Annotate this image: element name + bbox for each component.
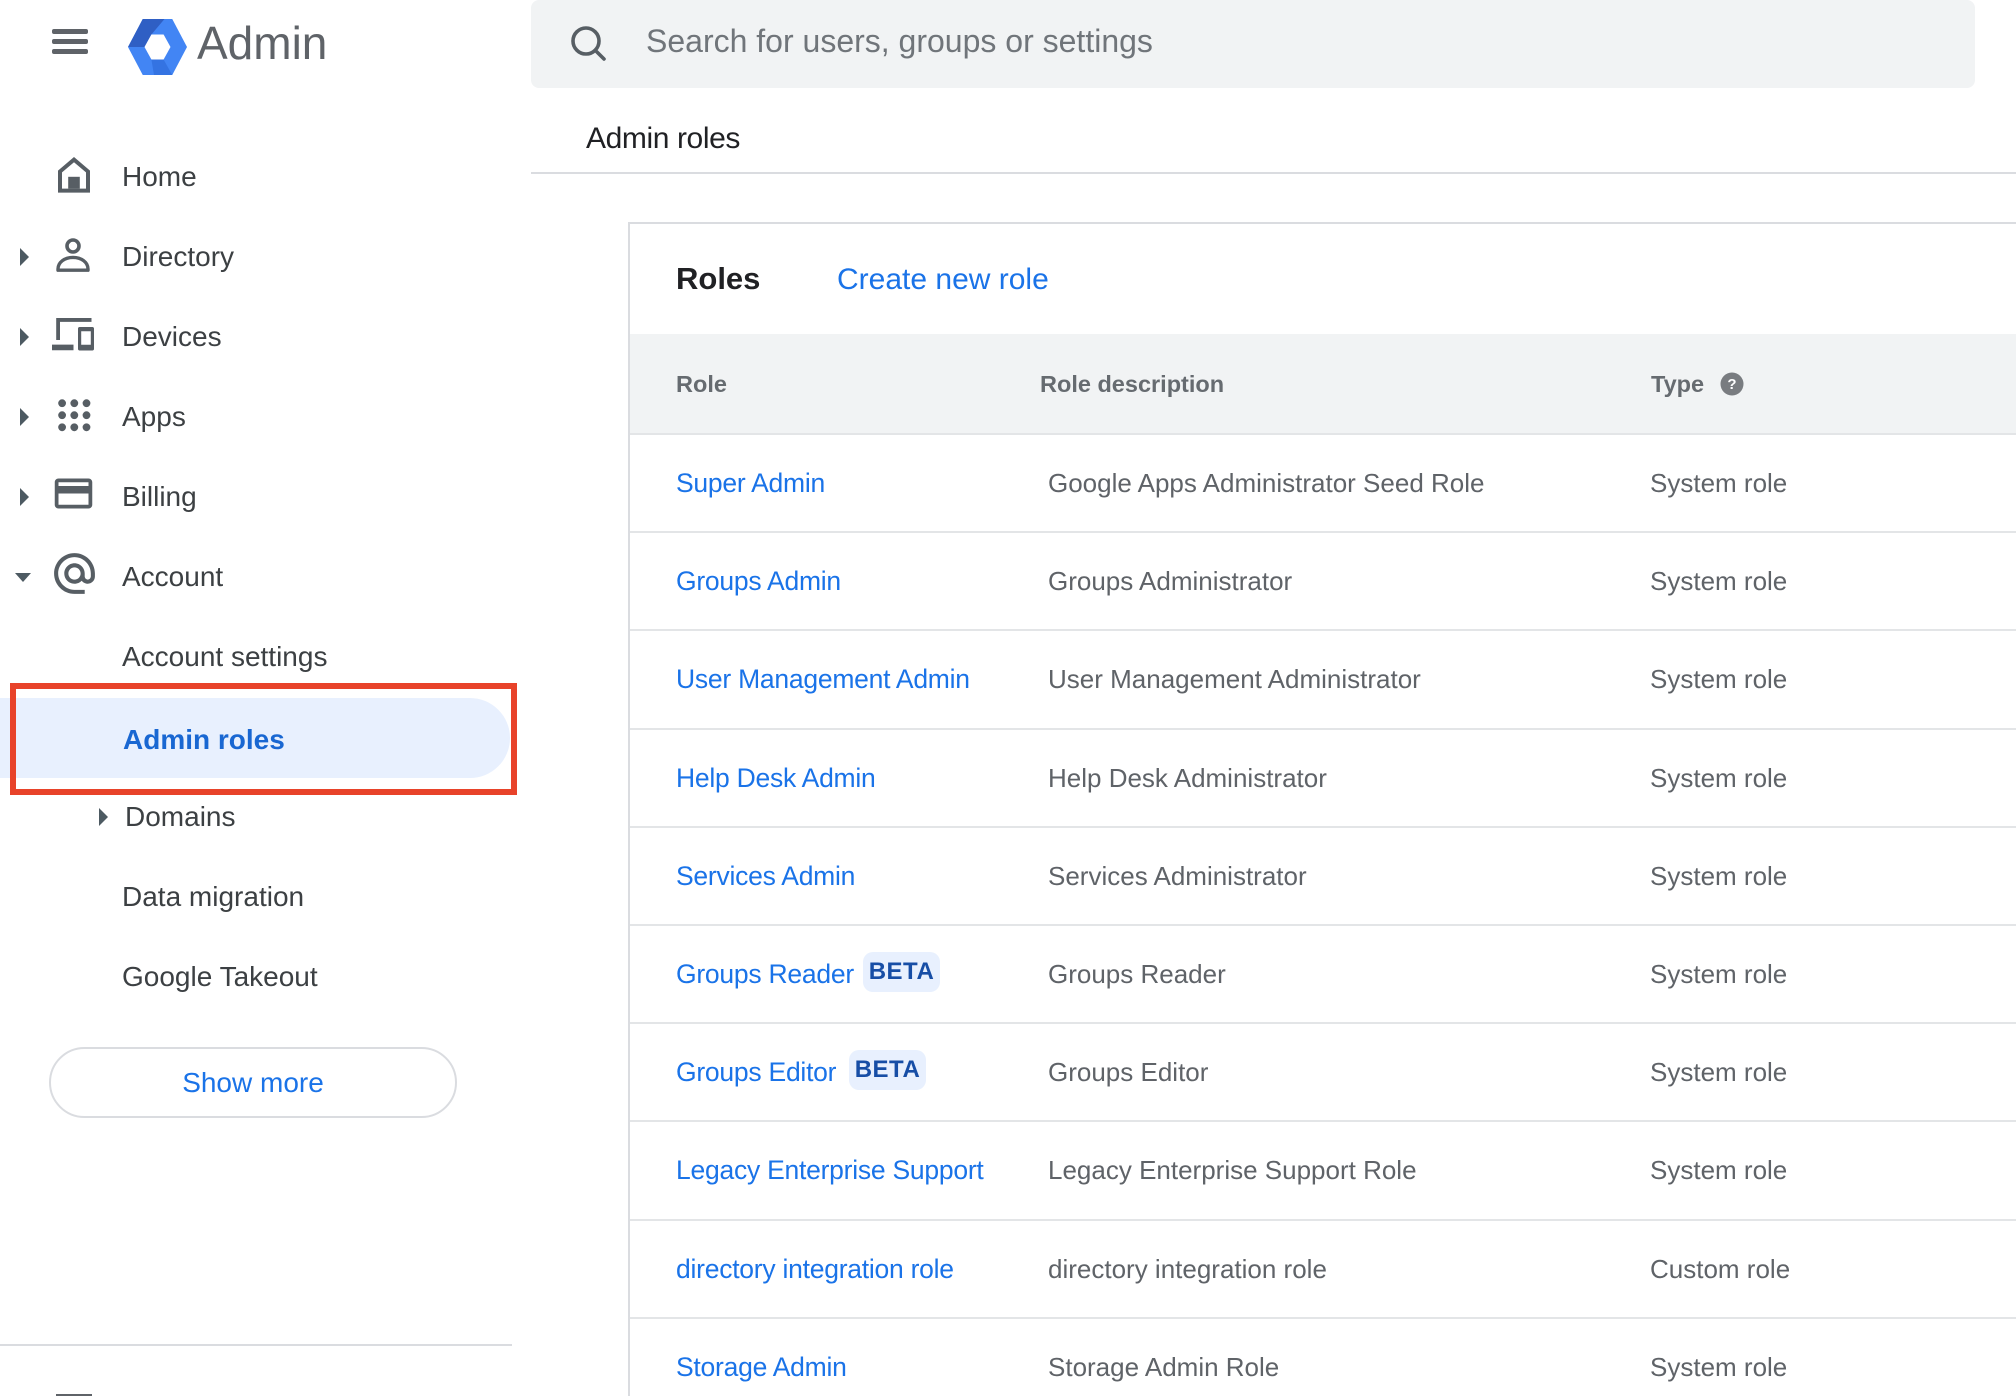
svg-text:?: ? — [1727, 376, 1736, 393]
